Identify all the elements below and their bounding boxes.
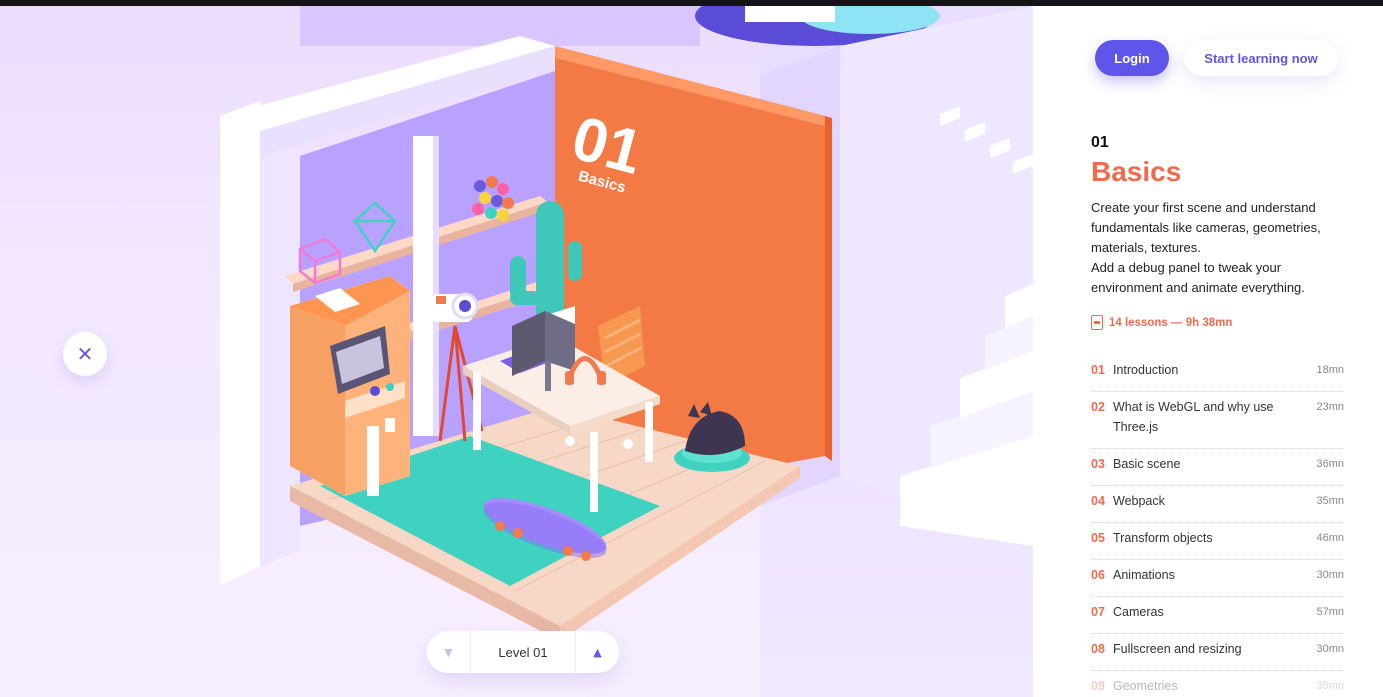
lesson-name: Cameras xyxy=(1113,605,1164,619)
lesson-name: What is WebGL and why use Three.js xyxy=(1113,400,1274,434)
chapter-panel: Login Start learning now 01 Basics Creat… xyxy=(1033,6,1383,697)
room-illustration: 01 Basics xyxy=(220,6,1033,641)
lesson-duration: 30mn xyxy=(1316,643,1344,655)
lesson-number: 08 xyxy=(1091,642,1105,656)
lesson-name: Webpack xyxy=(1113,494,1165,508)
lesson-item[interactable]: 06 Animations 30mn xyxy=(1091,560,1344,597)
lesson-duration: 18mn xyxy=(1316,364,1344,376)
level-label: Level 01 xyxy=(498,644,548,660)
chapter-description: Create your first scene and understand f… xyxy=(1091,200,1321,295)
previous-level-button[interactable]: ▼ xyxy=(427,631,471,673)
lesson-item[interactable]: 04 Webpack 35mn xyxy=(1091,486,1344,523)
chevron-up-icon: ▲ xyxy=(593,645,602,659)
lesson-name: Geometries xyxy=(1113,679,1178,693)
lesson-list: 01 Introduction 18mn 02 What is WebGL and … xyxy=(1091,355,1344,697)
lesson-name: Transform objects xyxy=(1113,531,1213,545)
lesson-duration: 35mn xyxy=(1316,495,1344,507)
chapter-number: 01 xyxy=(1091,134,1109,151)
lesson-number: 01 xyxy=(1091,363,1105,377)
lesson-duration: 35mn xyxy=(1316,680,1344,692)
lesson-duration: 57mn xyxy=(1316,606,1344,618)
lesson-number: 06 xyxy=(1091,568,1105,582)
lesson-duration: 23mn xyxy=(1316,401,1344,413)
lesson-number: 03 xyxy=(1091,457,1105,471)
close-button[interactable]: ✕ xyxy=(63,332,107,376)
lesson-item[interactable]: 02 What is WebGL and why use Three.js 23m… xyxy=(1091,392,1344,449)
level-scene: 01 Basics ✕ ▼ Level 01 ▲ xyxy=(0,6,1033,697)
next-level-button[interactable]: ▲ xyxy=(575,631,619,673)
lesson-number: 07 xyxy=(1091,605,1105,619)
lesson-name: Fullscreen and resizing xyxy=(1113,642,1242,656)
lesson-duration: 30mn xyxy=(1316,569,1344,581)
close-icon: ✕ xyxy=(76,342,94,366)
lesson-name: Animations xyxy=(1113,568,1175,582)
level-switcher: ▼ Level 01 ▲ xyxy=(427,631,619,673)
chapter-title: Basics xyxy=(1091,156,1182,187)
chevron-down-icon: ▼ xyxy=(444,645,453,659)
lesson-number: 09 xyxy=(1091,679,1105,693)
lesson-item[interactable]: 01 Introduction 18mn xyxy=(1091,355,1344,392)
lessons-summary: 14 lessons — 9h 38mn xyxy=(1109,316,1233,329)
lesson-item[interactable]: 03 Basic scene 36mn xyxy=(1091,449,1344,486)
lesson-item[interactable]: 07 Cameras 57mn xyxy=(1091,597,1344,634)
lesson-duration: 36mn xyxy=(1316,458,1344,470)
lesson-number: 05 xyxy=(1091,531,1105,545)
login-button[interactable]: Login xyxy=(1095,40,1169,76)
lesson-item[interactable]: 05 Transform objects 46mn xyxy=(1091,523,1344,560)
lesson-name: Basic scene xyxy=(1113,457,1181,471)
lesson-duration: 46mn xyxy=(1316,532,1344,544)
lesson-item[interactable]: 09 Geometries 35mn xyxy=(1091,671,1344,697)
lesson-number: 04 xyxy=(1091,494,1105,508)
lessons-meta: 14 lessons — 9h 38mn xyxy=(1091,315,1232,330)
start-learning-button[interactable]: Start learning now xyxy=(1184,40,1338,76)
lesson-item[interactable]: 08 Fullscreen and resizing 30mn xyxy=(1091,634,1344,671)
lesson-number: 02 xyxy=(1091,400,1105,414)
hourglass-icon xyxy=(1091,315,1103,330)
lesson-name: Introduction xyxy=(1113,363,1179,377)
